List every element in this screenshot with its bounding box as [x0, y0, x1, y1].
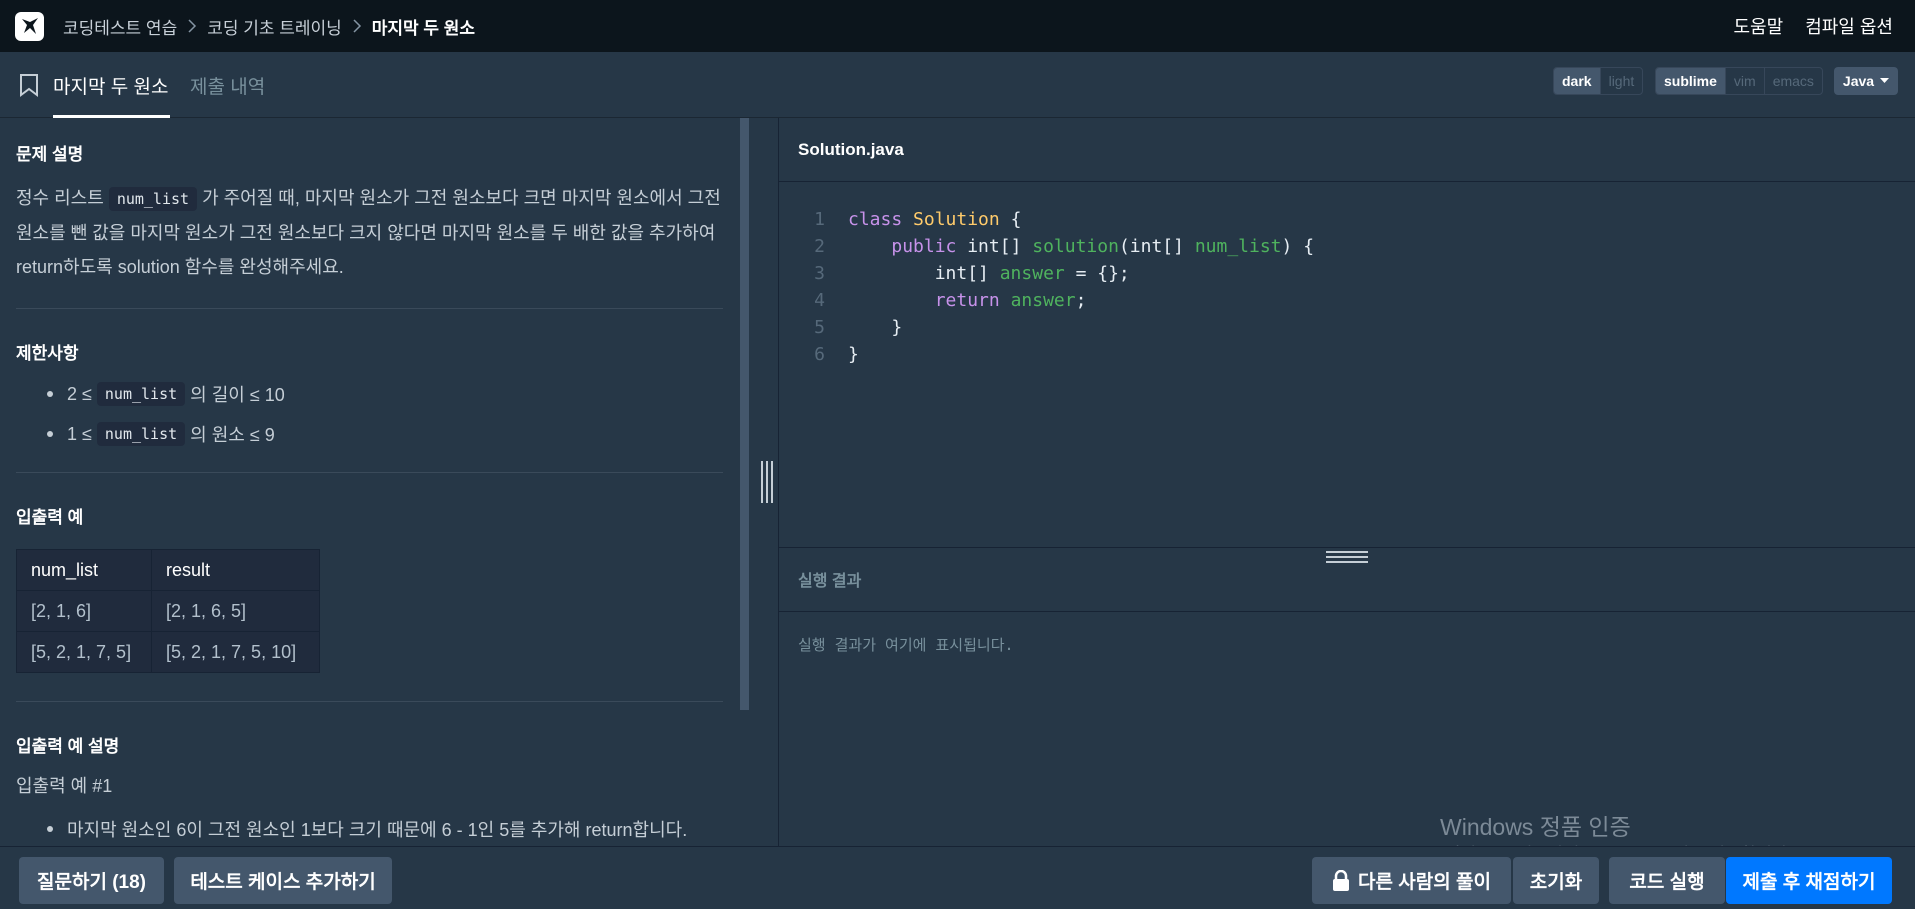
keymap-sublime-button[interactable]: sublime — [1656, 68, 1725, 94]
breadcrumb-current: 마지막 두 원소 — [371, 18, 476, 38]
constraints-title: 제한사항 — [16, 344, 79, 363]
bookmark-icon[interactable] — [19, 73, 39, 102]
programmers-logo-icon[interactable] — [15, 11, 44, 41]
keymap-vim-button[interactable]: vim — [1724, 68, 1764, 94]
list-item: 1 ≤ num_list 의 원소 ≤ 9 — [16, 414, 723, 454]
tab-submissions[interactable]: 제출 내역 — [190, 72, 265, 99]
keymap-toggle: sublime vim emacs — [1655, 67, 1823, 95]
breadcrumb-coding-test[interactable]: 코딩테스트 연습 — [63, 14, 177, 39]
help-link[interactable]: 도움말 — [1734, 13, 1784, 39]
language-select[interactable]: Java — [1834, 67, 1898, 95]
code-area[interactable]: 1 class Solution { 2 public int[] solutio… — [779, 206, 1314, 368]
lock-icon — [1333, 869, 1350, 891]
theme-dark-button[interactable]: dark — [1554, 68, 1600, 94]
caret-down-icon — [1880, 78, 1890, 83]
examples-table: num_list result [2, 1, 6] [2, 1, 6, 5] [… — [16, 549, 320, 673]
description-text: 정수 리스트 num_list 가 주어질 때, 마지막 원소가 그전 원소보다… — [16, 187, 721, 277]
footer-bar: 질문하기 (18) 테스트 케이스 추가하기 다른 사람의 풀이 초기화 코드 … — [0, 846, 1915, 909]
problem-scrollbar[interactable] — [740, 118, 749, 710]
vertical-resize-handle[interactable] — [761, 461, 773, 503]
others-solution-button[interactable]: 다른 사람의 풀이 — [1312, 857, 1511, 904]
run-code-button[interactable]: 코드 실행 — [1609, 857, 1725, 904]
divider — [16, 701, 723, 702]
compile-options-link[interactable]: 컴파일 옵션 — [1805, 13, 1893, 39]
code-editor[interactable]: Solution.java 1 class Solution { 2 public… — [779, 118, 1915, 547]
inline-code: num_list — [108, 187, 198, 211]
breadcrumb: 코딩테스트 연습 코딩 기초 트레이닝 마지막 두 원소 — [63, 14, 475, 39]
list-item: 2 ≤ num_list 의 길이 ≤ 10 — [16, 374, 723, 414]
divider — [16, 472, 723, 473]
explain-title: 입출력 예 설명 — [16, 737, 120, 756]
submit-button[interactable]: 제출 후 채점하기 — [1726, 857, 1892, 904]
breadcrumb-basic-training[interactable]: 코딩 기초 트레이닝 — [207, 14, 342, 39]
explain-subtitle: 입출력 예 #1 — [16, 776, 113, 796]
description-title: 문제 설명 — [16, 145, 84, 164]
table-row: [2, 1, 6] [2, 1, 6, 5] — [16, 590, 320, 632]
list-item: 마지막 원소인 6이 그전 원소인 1보다 크기 때문에 6 - 1인 5를 추… — [16, 809, 723, 846]
language-label: Java — [1842, 73, 1875, 89]
top-navigation: 코딩테스트 연습 코딩 기초 트레이닝 마지막 두 원소 도움말 컴파일 옵션 — [0, 0, 1915, 52]
constraints-list: 2 ≤ num_list 의 길이 ≤ 10 1 ≤ num_list 의 원소… — [16, 374, 723, 454]
tab-bar: 마지막 두 원소 제출 내역 dark light sublime vim em… — [0, 52, 1915, 118]
editor-filename: Solution.java — [779, 118, 1915, 182]
add-testcase-button[interactable]: 테스트 케이스 추가하기 — [174, 857, 392, 904]
questions-button[interactable]: 질문하기 (18) — [19, 857, 164, 904]
problem-panel[interactable]: 문제 설명 정수 리스트 num_list 가 주어질 때, 마지막 원소가 그… — [0, 118, 740, 846]
table-row: [5, 2, 1, 7, 5] [5, 2, 1, 7, 5, 10] — [16, 631, 320, 673]
theme-light-button[interactable]: light — [1599, 68, 1643, 94]
explain-list: 마지막 원소인 6이 그전 원소인 1보다 크기 때문에 6 - 1인 5를 추… — [16, 809, 723, 846]
table-header: result — [151, 549, 320, 591]
table-header: num_list — [16, 549, 152, 591]
result-title: 실행 결과 — [779, 548, 1915, 612]
divider — [16, 308, 723, 309]
chevron-right-icon — [352, 19, 362, 33]
reset-button[interactable]: 초기화 — [1513, 857, 1599, 904]
tab-problem[interactable]: 마지막 두 원소 — [53, 72, 168, 99]
windows-activation-title: Windows 정품 인증 — [1440, 814, 1631, 840]
examples-title: 입출력 예 — [16, 508, 84, 527]
theme-toggle: dark light — [1553, 67, 1644, 95]
result-output: 실행 결과가 여기에 표시됩니다. — [798, 636, 1014, 654]
chevron-right-icon — [187, 19, 197, 33]
result-panel: 실행 결과 실행 결과가 여기에 표시됩니다. — [779, 547, 1915, 846]
keymap-emacs-button[interactable]: emacs — [1763, 68, 1822, 94]
